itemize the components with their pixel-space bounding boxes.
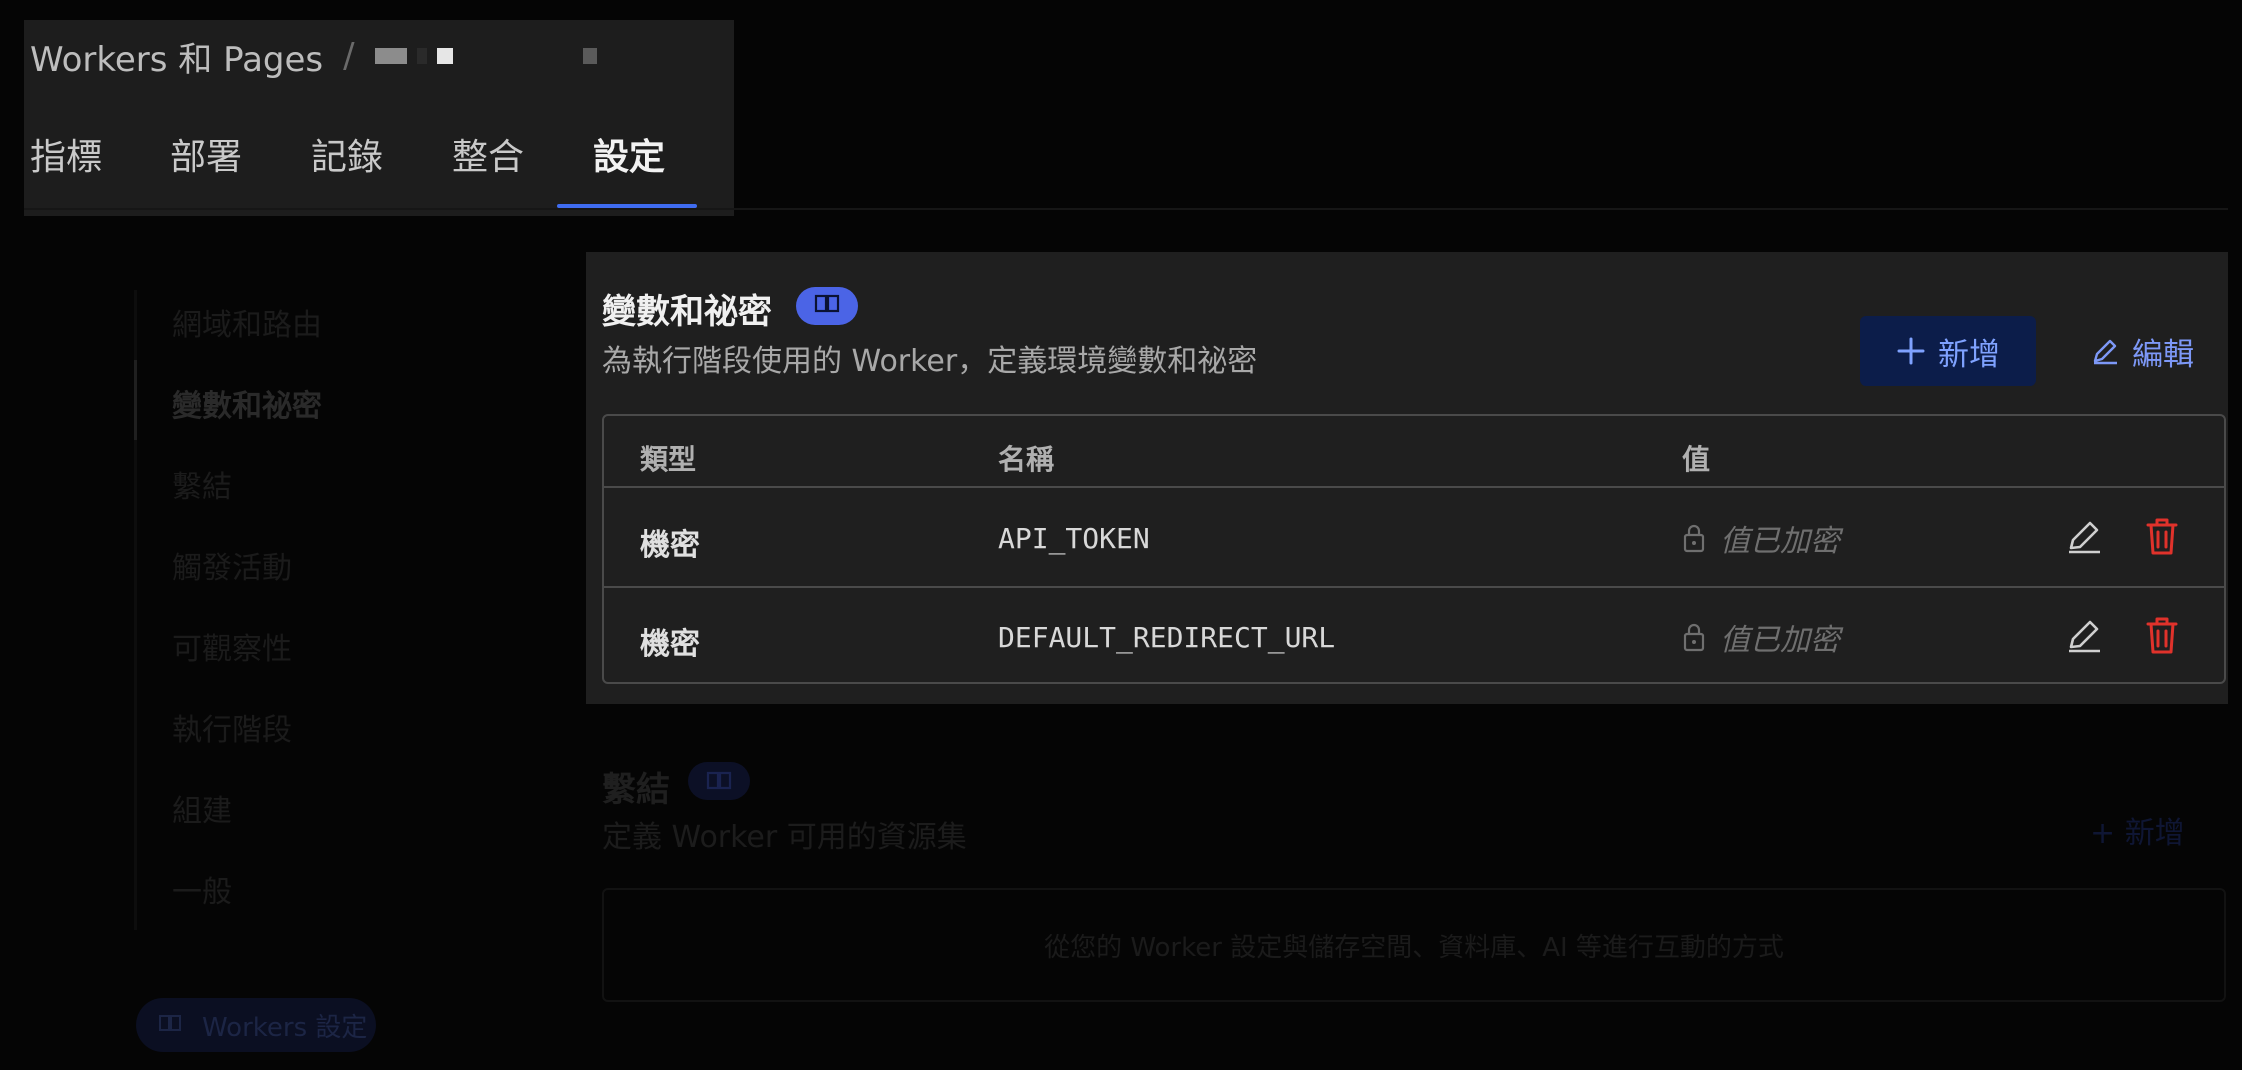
tab-metrics[interactable]: 指標 (30, 128, 102, 180)
book-icon (814, 294, 840, 318)
add-variable-button[interactable]: 新增 (1860, 316, 2036, 386)
plus-icon (1896, 336, 1926, 366)
bindings-empty-state: 從您的 Worker 設定與儲存空間、資料庫、AI 等進行互動的方式 (602, 888, 2226, 1002)
add-button-label: 新增 (1938, 336, 2000, 373)
book-icon (688, 762, 750, 791)
book-icon (158, 1010, 182, 1040)
row-type: 機密 (640, 528, 700, 563)
sidebar-item-bindings[interactable]: 繫結 (172, 462, 232, 506)
header-divider (24, 208, 2228, 210)
sidebar-item-runtime[interactable]: 執行階段 (172, 705, 292, 749)
tab-logs[interactable]: 記錄 (311, 128, 383, 180)
table-header-divider (604, 486, 2224, 488)
docs-badge[interactable] (796, 287, 858, 325)
row-type: 機密 (640, 627, 700, 662)
sidebar-item-domains-routes[interactable]: 網域和路由 (172, 300, 322, 344)
section-title: 變數和祕密 (602, 292, 772, 332)
edit-button-label: 編輯 (2132, 336, 2194, 373)
sidebar-item-variables-secrets[interactable]: 變數和祕密 (172, 381, 322, 425)
bindings-description: 定義 Worker 可用的資源集 (602, 820, 967, 855)
delete-row-button[interactable] (2140, 514, 2184, 558)
sidebar-item-general[interactable]: 一般 (172, 867, 232, 911)
column-header-type: 類型 (640, 443, 697, 476)
pencil-icon (2065, 517, 2103, 555)
row-value: 值已加密 (1682, 516, 1840, 560)
lock-icon (1682, 522, 1706, 554)
tab-deployments[interactable]: 部署 (170, 128, 242, 180)
bindings-title: 繫結 (602, 770, 670, 810)
edit-variables-button[interactable]: 編輯 (2090, 316, 2194, 386)
delete-row-button[interactable] (2140, 613, 2184, 657)
sidebar-active-indicator (134, 360, 137, 440)
row-value-text: 值已加密 (1720, 524, 1840, 559)
variables-table: 類型 名稱 值 機密 API_TOKEN 值已加密 機密 DEFAULT_RED… (602, 414, 2226, 684)
row-name: DEFAULT_REDIRECT_URL (998, 621, 1336, 654)
sidebar-item-observability[interactable]: 可觀察性 (172, 624, 292, 668)
edit-row-button[interactable] (2062, 514, 2106, 558)
plus-icon: + (2090, 816, 2125, 851)
add-binding-label: 新增 (2124, 816, 2185, 851)
pencil-icon (2065, 616, 2103, 654)
workers-settings-docs-pill[interactable]: Workers 設定 (136, 998, 376, 1052)
row-name: API_TOKEN (998, 522, 1150, 555)
edit-row-button[interactable] (2062, 613, 2106, 657)
breadcrumb-redacted-name[interactable] (374, 48, 597, 64)
trash-icon (2145, 615, 2179, 655)
tab-settings[interactable]: 設定 (593, 128, 665, 180)
row-value-text: 值已加密 (1720, 623, 1840, 658)
row-divider (604, 586, 2224, 588)
add-binding-button[interactable]: + 新增 (2090, 808, 2185, 852)
sidebar-item-triggers[interactable]: 觸發活動 (172, 543, 292, 587)
row-value: 值已加密 (1682, 615, 1840, 659)
tab-integrations[interactable]: 整合 (452, 128, 524, 180)
section-description: 為執行階段使用的 Worker，定義環境變數和祕密 (602, 344, 1258, 379)
breadcrumb: Workers 和 Pages / (30, 36, 597, 80)
bindings-docs-badge[interactable] (688, 762, 750, 800)
docs-pill-label: Workers 設定 (202, 1012, 368, 1043)
breadcrumb-separator: / (343, 36, 355, 76)
trash-icon (2145, 516, 2179, 556)
pencil-icon (2090, 336, 2120, 366)
column-header-value: 值 (1682, 443, 1711, 476)
column-header-name: 名稱 (998, 443, 1055, 476)
sidebar-item-build[interactable]: 組建 (172, 786, 232, 830)
lock-icon (1682, 621, 1706, 653)
breadcrumb-root[interactable]: Workers 和 Pages (30, 32, 323, 81)
